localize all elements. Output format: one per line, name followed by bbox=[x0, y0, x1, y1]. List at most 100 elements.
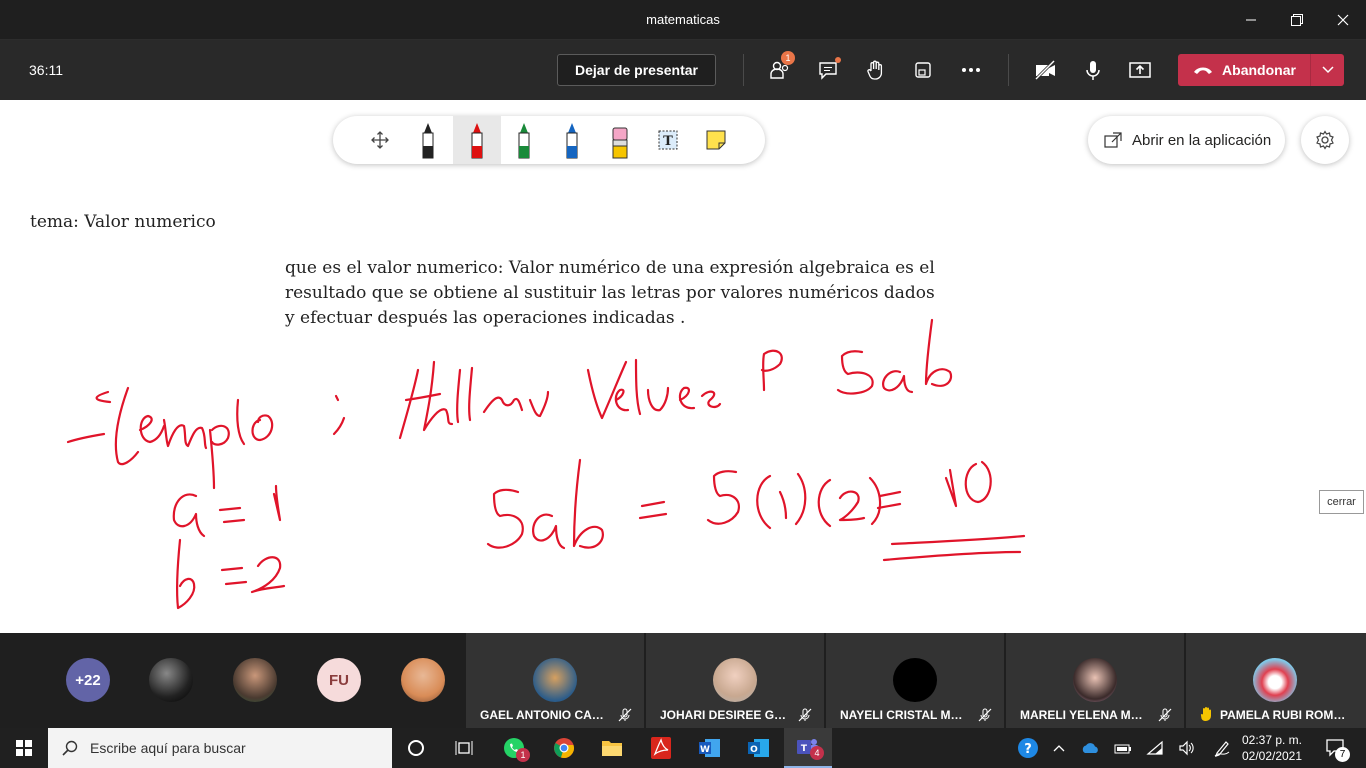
whiteboard-canvas[interactable]: T Abrir en la aplicación tema: Valor num… bbox=[0, 100, 1366, 633]
ink-stroke bbox=[646, 386, 670, 412]
ink-stroke bbox=[251, 414, 274, 442]
ink-stroke bbox=[778, 490, 788, 520]
ink-stroke bbox=[176, 538, 196, 610]
help-tray-icon[interactable]: ? bbox=[1014, 728, 1042, 768]
participant-name: NAYELI CRISTAL MEZA... bbox=[840, 708, 970, 722]
cortana-button[interactable] bbox=[392, 728, 440, 768]
mic-off-icon bbox=[618, 708, 632, 722]
pen-workspace-icon bbox=[1214, 741, 1230, 757]
word-app[interactable]: W bbox=[686, 728, 734, 768]
avatar bbox=[401, 658, 445, 702]
participant-name: JOHARI DESIREE GUIL... bbox=[660, 708, 790, 722]
outlook-app[interactable]: O bbox=[735, 728, 783, 768]
ink-stroke bbox=[222, 518, 246, 524]
ink-stroke bbox=[486, 488, 524, 549]
file-explorer-app[interactable] bbox=[588, 728, 636, 768]
ink-stroke bbox=[640, 500, 666, 508]
volume-tray-icon[interactable] bbox=[1174, 728, 1200, 768]
screen-share-view-icon bbox=[915, 62, 931, 78]
show-hidden-icons-button[interactable] bbox=[1046, 728, 1072, 768]
chat-button[interactable] bbox=[813, 55, 843, 85]
ink-stroke bbox=[706, 470, 740, 525]
ink-stroke bbox=[944, 468, 958, 508]
ink-stroke bbox=[95, 390, 112, 404]
stop-presenting-button[interactable]: Dejar de presentar bbox=[557, 54, 716, 86]
word-icon: W bbox=[699, 739, 720, 757]
onedrive-tray-icon[interactable] bbox=[1078, 728, 1104, 768]
camera-off-icon bbox=[1034, 59, 1056, 81]
ink-stroke bbox=[172, 493, 206, 538]
acrobat-app[interactable] bbox=[637, 728, 685, 768]
avatar bbox=[533, 658, 577, 702]
divider bbox=[743, 54, 744, 86]
participants-button[interactable]: 1 bbox=[765, 51, 795, 85]
leave-options-dropdown[interactable] bbox=[1310, 54, 1344, 86]
participant-tile[interactable]: GAEL ANTONIO CAST... bbox=[466, 633, 644, 728]
chevron-up-icon bbox=[1053, 745, 1065, 752]
whatsapp-app[interactable]: 1 bbox=[490, 728, 538, 768]
ink-stroke bbox=[208, 424, 230, 490]
ink-stroke bbox=[882, 370, 914, 394]
share-tray-button[interactable] bbox=[1125, 55, 1155, 85]
window-title-bar: matematicas bbox=[0, 0, 1366, 40]
raise-hand-button[interactable] bbox=[860, 55, 890, 85]
close-window-button[interactable] bbox=[1320, 0, 1366, 40]
ink-stroke bbox=[638, 512, 668, 520]
overflow-participants[interactable]: +22 bbox=[66, 658, 110, 702]
ink-stroke bbox=[614, 388, 630, 412]
ink-stroke bbox=[634, 358, 642, 416]
participant-tile[interactable]: PAMELA RUBI ROMER... bbox=[1186, 633, 1366, 728]
speaker-icon bbox=[1179, 740, 1194, 756]
svg-text:T: T bbox=[801, 744, 808, 754]
participant-tile[interactable]: JOHARI DESIREE GUIL... bbox=[646, 633, 824, 728]
ink-stroke bbox=[924, 318, 953, 387]
mic-off-icon bbox=[978, 708, 992, 722]
participant-tile[interactable]: NAYELI CRISTAL MEZA... bbox=[826, 633, 1004, 728]
ink-stroke bbox=[138, 414, 166, 444]
start-button[interactable] bbox=[0, 728, 48, 768]
ink-stroke bbox=[876, 502, 902, 510]
chrome-app[interactable] bbox=[540, 728, 588, 768]
notifications-count: 7 bbox=[1335, 747, 1350, 762]
ink-stroke bbox=[700, 390, 722, 409]
ink-stroke bbox=[532, 513, 566, 550]
whatsapp-badge: 1 bbox=[516, 748, 530, 762]
task-view-button[interactable] bbox=[440, 728, 488, 768]
minimize-button[interactable] bbox=[1228, 0, 1274, 40]
cloud-icon bbox=[1082, 743, 1098, 753]
taskbar-clock[interactable]: 02:37 p. m. 02/02/2021 bbox=[1240, 732, 1304, 764]
battery-tray-icon[interactable] bbox=[1110, 728, 1136, 768]
teams-app[interactable]: T 4 bbox=[784, 728, 832, 768]
leave-button[interactable]: Abandonar bbox=[1178, 54, 1310, 86]
teams-badge: 4 bbox=[810, 746, 824, 760]
room-view-button[interactable] bbox=[908, 55, 938, 85]
svg-text:O: O bbox=[750, 745, 758, 755]
mic-off-icon bbox=[1158, 708, 1172, 722]
microphone-button[interactable] bbox=[1078, 55, 1108, 85]
ink-stroke bbox=[250, 556, 286, 594]
taskbar-search-box[interactable]: Escribe aquí para buscar bbox=[48, 728, 392, 768]
ink-stroke bbox=[398, 368, 420, 440]
pen-tray-icon[interactable] bbox=[1208, 728, 1236, 768]
ink-stroke bbox=[572, 458, 604, 549]
participants-strip: +22 FU GAEL ANTONIO CAST... JOHARI DESIR… bbox=[0, 633, 1366, 728]
ink-stroke bbox=[890, 534, 1026, 546]
ink-stroke bbox=[224, 580, 248, 586]
avatar bbox=[233, 658, 277, 702]
meeting-timer: 36:11 bbox=[29, 62, 63, 78]
clock-date: 02/02/2021 bbox=[1241, 749, 1303, 763]
ink-stroke bbox=[794, 472, 807, 526]
ink-stroke bbox=[218, 506, 242, 512]
ink-stroke bbox=[528, 390, 550, 418]
ink-stroke bbox=[332, 416, 346, 436]
network-tray-icon[interactable] bbox=[1142, 728, 1168, 768]
raised-hand-icon bbox=[1200, 707, 1211, 721]
camera-toggle-button[interactable] bbox=[1030, 55, 1060, 85]
ink-stroke bbox=[678, 386, 696, 410]
maximize-button[interactable] bbox=[1274, 0, 1320, 40]
divider bbox=[1008, 54, 1009, 86]
participant-tile[interactable]: MARELI YELENA MEN... bbox=[1006, 633, 1184, 728]
share-screen-icon bbox=[1129, 62, 1151, 78]
action-center-button[interactable]: 7 bbox=[1316, 728, 1356, 768]
more-actions-button[interactable] bbox=[956, 55, 986, 85]
